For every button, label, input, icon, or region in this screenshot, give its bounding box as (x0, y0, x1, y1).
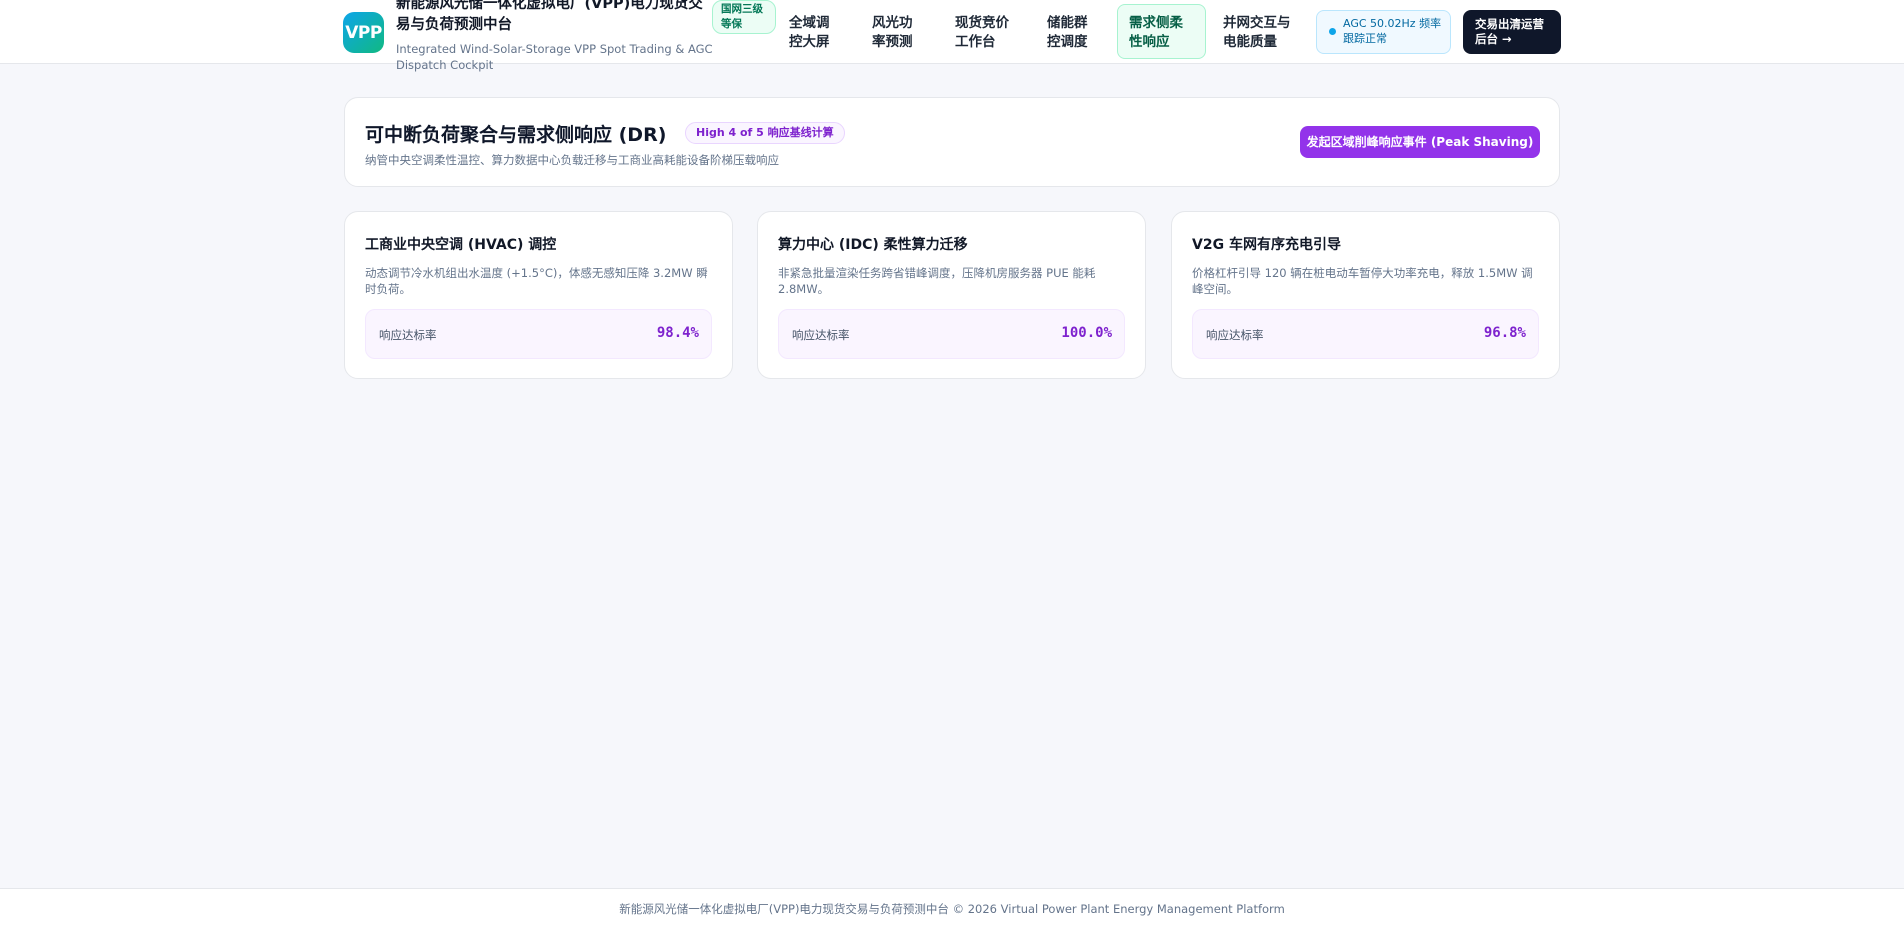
top-header: VPP 新能源风光储一体化虚拟电厂(VPP)电力现货交易与负荷预测中台 Inte… (0, 0, 1904, 72)
nav-item-grid-quality[interactable]: 并网交互与电能质量 (1211, 4, 1307, 59)
metric-value: 96.8% (1483, 325, 1526, 341)
vpp-logo: VPP (343, 12, 384, 53)
baseline-badge: High 4 of 5 响应基线计算 (685, 122, 845, 144)
response-rate-panel: 响应达标率 100.0% (778, 309, 1125, 359)
card-description: 价格杠杆引导 120 辆在桩电动车暂停大功率充电，释放 1.5MW 调峰空间。 (1192, 266, 1533, 296)
platform-title: 新能源风光储一体化虚拟电厂(VPP)电力现货交易与负荷预测中台 (396, 0, 703, 33)
nav-item-dashboard[interactable]: 全域调控大屏 (777, 4, 843, 59)
nav-item-storage[interactable]: 储能群控调度 (1035, 4, 1101, 59)
status-dot-icon (1329, 28, 1336, 35)
agc-status-indicator: AGC 50.02Hz 频率跟踪正常 (1316, 10, 1451, 54)
nav-item-spot-bidding[interactable]: 现货竞价工作台 (943, 4, 1023, 59)
security-cert-badge: 国网三级等保 (712, 0, 776, 34)
metric-value: 100.0% (1061, 325, 1112, 341)
page-title: 可中断负荷聚合与需求侧响应 (DR) (365, 124, 667, 146)
hvac-card: 工商业中央空调 (HVAC) 调控 动态调节冷水机组出水温度 (+1.5°C)，… (344, 211, 733, 379)
ops-console-button[interactable]: 交易出清运营后台 → (1463, 10, 1561, 54)
nav-item-forecast[interactable]: 风光功率预测 (860, 4, 926, 59)
card-title: V2G 车网有序充电引导 (1192, 237, 1341, 253)
metric-label: 响应达标率 (379, 328, 437, 342)
v2g-card: V2G 车网有序充电引导 价格杠杆引导 120 辆在桩电动车暂停大功率充电，释放… (1171, 211, 1560, 379)
card-title: 算力中心 (IDC) 柔性算力迁移 (778, 237, 968, 253)
nav-item-demand-response[interactable]: 需求侧柔性响应 (1117, 4, 1206, 59)
card-description: 动态调节冷水机组出水温度 (+1.5°C)，体感无感知压降 3.2MW 瞬时负荷… (365, 266, 708, 296)
metric-value: 98.4% (656, 325, 699, 341)
response-rate-panel: 响应达标率 98.4% (365, 309, 712, 359)
page-footer: 新能源风光储一体化虚拟电厂(VPP)电力现货交易与负荷预测中台 © 2026 V… (0, 888, 1904, 929)
card-description: 非紧急批量渲染任务跨省错峰调度，压降机房服务器 PUE 能耗 2.8MW。 (778, 266, 1096, 296)
card-title: 工商业中央空调 (HVAC) 调控 (365, 237, 557, 253)
agc-status-text: AGC 50.02Hz 频率跟踪正常 (1343, 17, 1442, 45)
response-rate-panel: 响应达标率 96.8% (1192, 309, 1539, 359)
peak-shaving-button[interactable]: 发起区域削峰响应事件 (Peak Shaving) (1300, 126, 1540, 158)
platform-subtitle: Integrated Wind-Solar-Storage VPP Spot T… (396, 42, 713, 72)
page-description: 纳管中央空调柔性温控、算力数据中心负载迁移与工商业高耗能设备阶梯压载响应 (365, 153, 779, 167)
dr-overview-card: 可中断负荷聚合与需求侧响应 (DR) High 4 of 5 响应基线计算 纳管… (344, 97, 1560, 187)
metric-label: 响应达标率 (792, 328, 850, 342)
idc-card: 算力中心 (IDC) 柔性算力迁移 非紧急批量渲染任务跨省错峰调度，压降机房服务… (757, 211, 1146, 379)
metric-label: 响应达标率 (1206, 328, 1264, 342)
